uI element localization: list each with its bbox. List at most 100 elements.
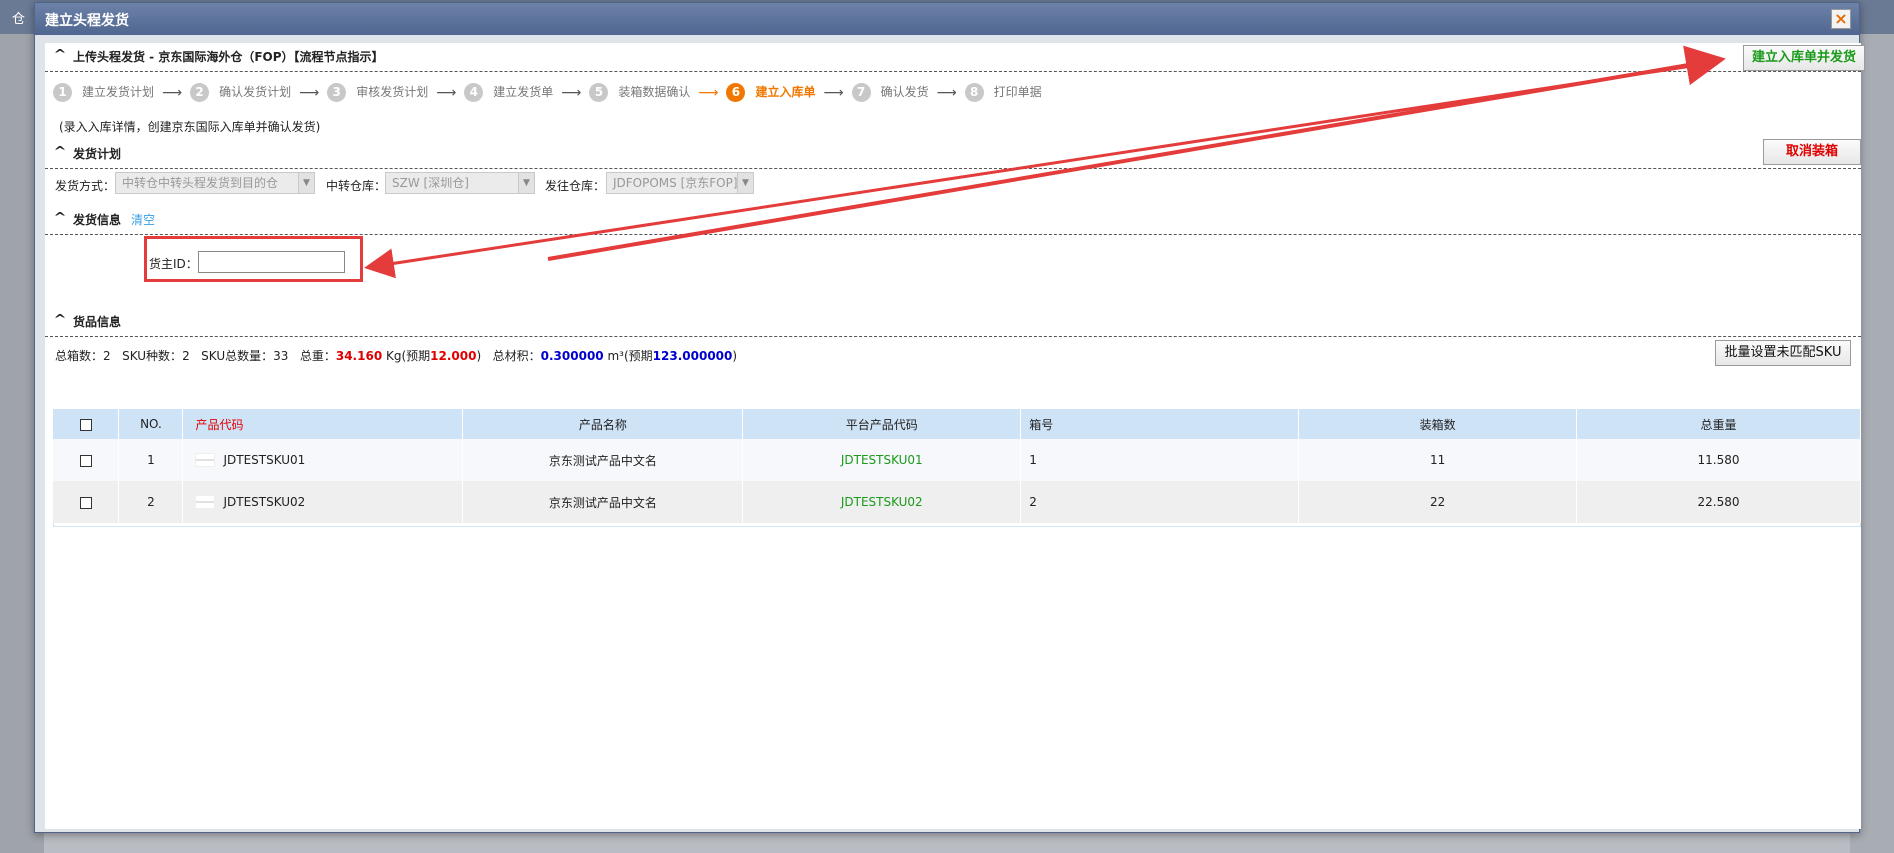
collapse-caret-icon[interactable]: ^	[53, 144, 66, 158]
background-tab-label: 仓	[12, 12, 26, 27]
plan-section-header[interactable]: ^ 发货计划	[45, 142, 1861, 164]
step-number: 5	[589, 83, 609, 102]
chevron-down-icon: ▼	[298, 173, 314, 193]
create-inbound-and-ship-button[interactable]: 建立入库单并发货	[1743, 45, 1865, 71]
product-thumbnail	[195, 495, 216, 510]
row-product-name: 京东测试产品中文名	[462, 439, 744, 481]
step-label: 审核发货计划	[356, 85, 429, 99]
select-all-cell	[53, 409, 120, 439]
step-label: 建立发货计划	[82, 85, 155, 99]
col-product-name: 产品名称	[462, 409, 744, 439]
transit-warehouse-select[interactable]: SZW [深圳仓] ▼	[385, 172, 535, 194]
transit-warehouse-label: 中转仓库：	[326, 179, 387, 193]
step-number: 4	[464, 83, 484, 102]
step-6: 6 建立入库单	[726, 83, 815, 102]
table-row: 2 JDTESTSKU02 京东测试产品中文名 JDTESTSKU02 2 22…	[53, 481, 1861, 523]
step-label: 装箱数据确认	[618, 85, 691, 99]
step-label: 确认发货	[880, 85, 929, 99]
row-no: 2	[118, 481, 184, 523]
step-hint: (录入入库详情，创建京东国际入库单并确认发货)	[59, 120, 321, 134]
weight-expected-value: 12.000	[430, 349, 477, 363]
total-weight-value: 34.160	[335, 349, 383, 363]
owner-id-input[interactable]	[198, 251, 345, 273]
row-platform-code: JDTESTSKU02	[742, 481, 1022, 523]
row-total-weight: 22.580	[1576, 481, 1861, 523]
dest-warehouse-select[interactable]: JDFOPOMS [京东FOP] ▼	[606, 172, 754, 194]
process-steps: 1 建立发货计划 ⟶ 2 确认发货计划 ⟶ 3 审核发货计划 ⟶ 4 建立发货单 ⟶ 5 装箱数据确认 ⟶ 6…	[53, 83, 1042, 103]
row-platform-code: JDTESTSKU01	[742, 439, 1022, 481]
table-row: 1 JDTESTSKU01 京东测试产品中文名 JDTESTSKU01 1 11…	[53, 439, 1861, 481]
step-label: 建立发货单	[493, 85, 554, 99]
row-product-code-cell: JDTESTSKU02	[182, 481, 464, 523]
method-label: 发货方式：	[55, 179, 116, 193]
owner-id-label: 货主ID：	[149, 257, 198, 271]
clear-link[interactable]: 清空	[131, 211, 155, 228]
shipping-method-value: 中转仓中转头程发货到目的仓	[122, 176, 279, 190]
step-number: 3	[327, 83, 347, 102]
step-arrow-icon: ⟶	[698, 84, 719, 101]
upload-section-header[interactable]: ^ 上传头程发货 - 京东国际海外仓（FOP）【流程节点指示】	[45, 45, 1861, 67]
plan-section-title: 发货计划	[73, 147, 122, 161]
step-3: 3 审核发货计划	[327, 83, 428, 102]
section-divider	[45, 71, 1861, 72]
cancel-packing-button[interactable]: 取消装箱	[1763, 139, 1861, 165]
row-pack-qty: 22	[1298, 481, 1578, 523]
col-box-no: 箱号	[1020, 409, 1300, 439]
dialog-content: ^ 上传头程发货 - 京东国际海外仓（FOP）【流程节点指示】 建立入库单并发货…	[45, 43, 1865, 829]
select-all-checkbox[interactable]	[79, 418, 92, 431]
step-arrow-icon: ⟶	[162, 84, 183, 101]
step-number: 1	[53, 83, 72, 102]
step-label: 建立入库单	[755, 85, 816, 99]
total-boxes-label: 总箱数：	[55, 349, 104, 363]
row-checkbox-cell	[53, 481, 120, 523]
row-box-no: 1	[1020, 439, 1300, 481]
weight-close-paren: )	[476, 349, 482, 363]
goods-summary: 总箱数：2 SKU种数：2 SKU总数量：33 总重：34.160 Kg(预期1…	[55, 347, 737, 364]
chevron-down-icon: ▼	[737, 173, 753, 193]
col-total-weight: 总重量	[1576, 409, 1861, 439]
dest-warehouse-value: JDFOPOMS [京东FOP]	[613, 176, 738, 190]
shipping-method-select[interactable]: 中转仓中转头程发货到目的仓 ▼	[115, 172, 315, 194]
chevron-down-icon: ▼	[518, 173, 534, 193]
upload-section-title: 上传头程发货 - 京东国际海外仓（FOP）【流程节点指示】	[73, 50, 384, 64]
goods-section-header[interactable]: ^ 货品信息	[45, 310, 1861, 332]
dialog-titlebar: 建立头程发货 ×	[35, 3, 1859, 35]
row-pack-qty: 11	[1298, 439, 1578, 481]
row-product-code: JDTESTSKU02	[223, 494, 306, 509]
collapse-caret-icon[interactable]: ^	[53, 210, 66, 224]
step-arrow-icon: ⟶	[936, 84, 957, 101]
step-label: 打印单据	[993, 85, 1042, 99]
sku-kinds-label: SKU种数：	[122, 349, 183, 363]
section-divider	[45, 336, 1861, 337]
step-2: 2 确认发货计划	[190, 83, 291, 102]
section-divider	[45, 168, 1861, 169]
step-arrow-icon: ⟶	[561, 84, 582, 101]
row-product-name: 京东测试产品中文名	[462, 481, 744, 523]
row-checkbox[interactable]	[79, 454, 92, 467]
row-checkbox[interactable]	[79, 496, 92, 509]
step-arrow-icon: ⟶	[299, 84, 320, 101]
collapse-caret-icon[interactable]: ^	[53, 47, 66, 61]
step-label: 确认发货计划	[219, 85, 292, 99]
sku-kinds-value: 2	[182, 349, 190, 363]
sku-total-value: 33	[273, 349, 289, 363]
step-number: 6	[726, 83, 746, 102]
dest-warehouse-label: 发往仓库：	[545, 179, 606, 193]
section-divider	[45, 234, 1861, 235]
col-platform-code: 平台产品代码	[742, 409, 1022, 439]
collapse-caret-icon[interactable]: ^	[53, 312, 66, 326]
ship-info-section-header[interactable]: ^ 发货信息 清空	[45, 208, 1861, 230]
total-volume-label: 总材积：	[492, 349, 541, 363]
goods-section-title: 货品信息	[73, 315, 122, 329]
step-arrow-icon: ⟶	[436, 84, 457, 101]
close-icon[interactable]: ×	[1831, 9, 1851, 29]
transit-warehouse-value: SZW [深圳仓]	[392, 176, 469, 190]
weight-unit: Kg(预期	[386, 349, 431, 363]
step-1: 1 建立发货计划	[53, 83, 154, 102]
step-7: 7 确认发货	[851, 83, 929, 102]
create-shipment-dialog: 建立头程发货 × ^ 上传头程发货 - 京东国际海外仓（FOP）【流程节点指示】…	[34, 2, 1865, 833]
col-product-code[interactable]: 产品代码	[182, 409, 464, 439]
goods-table: NO. 产品代码 产品名称 平台产品代码 箱号 装箱数 总重量 1 JDTEST…	[53, 409, 1861, 523]
row-box-no: 2	[1020, 481, 1300, 523]
batch-set-unmatched-sku-button[interactable]: 批量设置未匹配SKU	[1715, 340, 1851, 366]
